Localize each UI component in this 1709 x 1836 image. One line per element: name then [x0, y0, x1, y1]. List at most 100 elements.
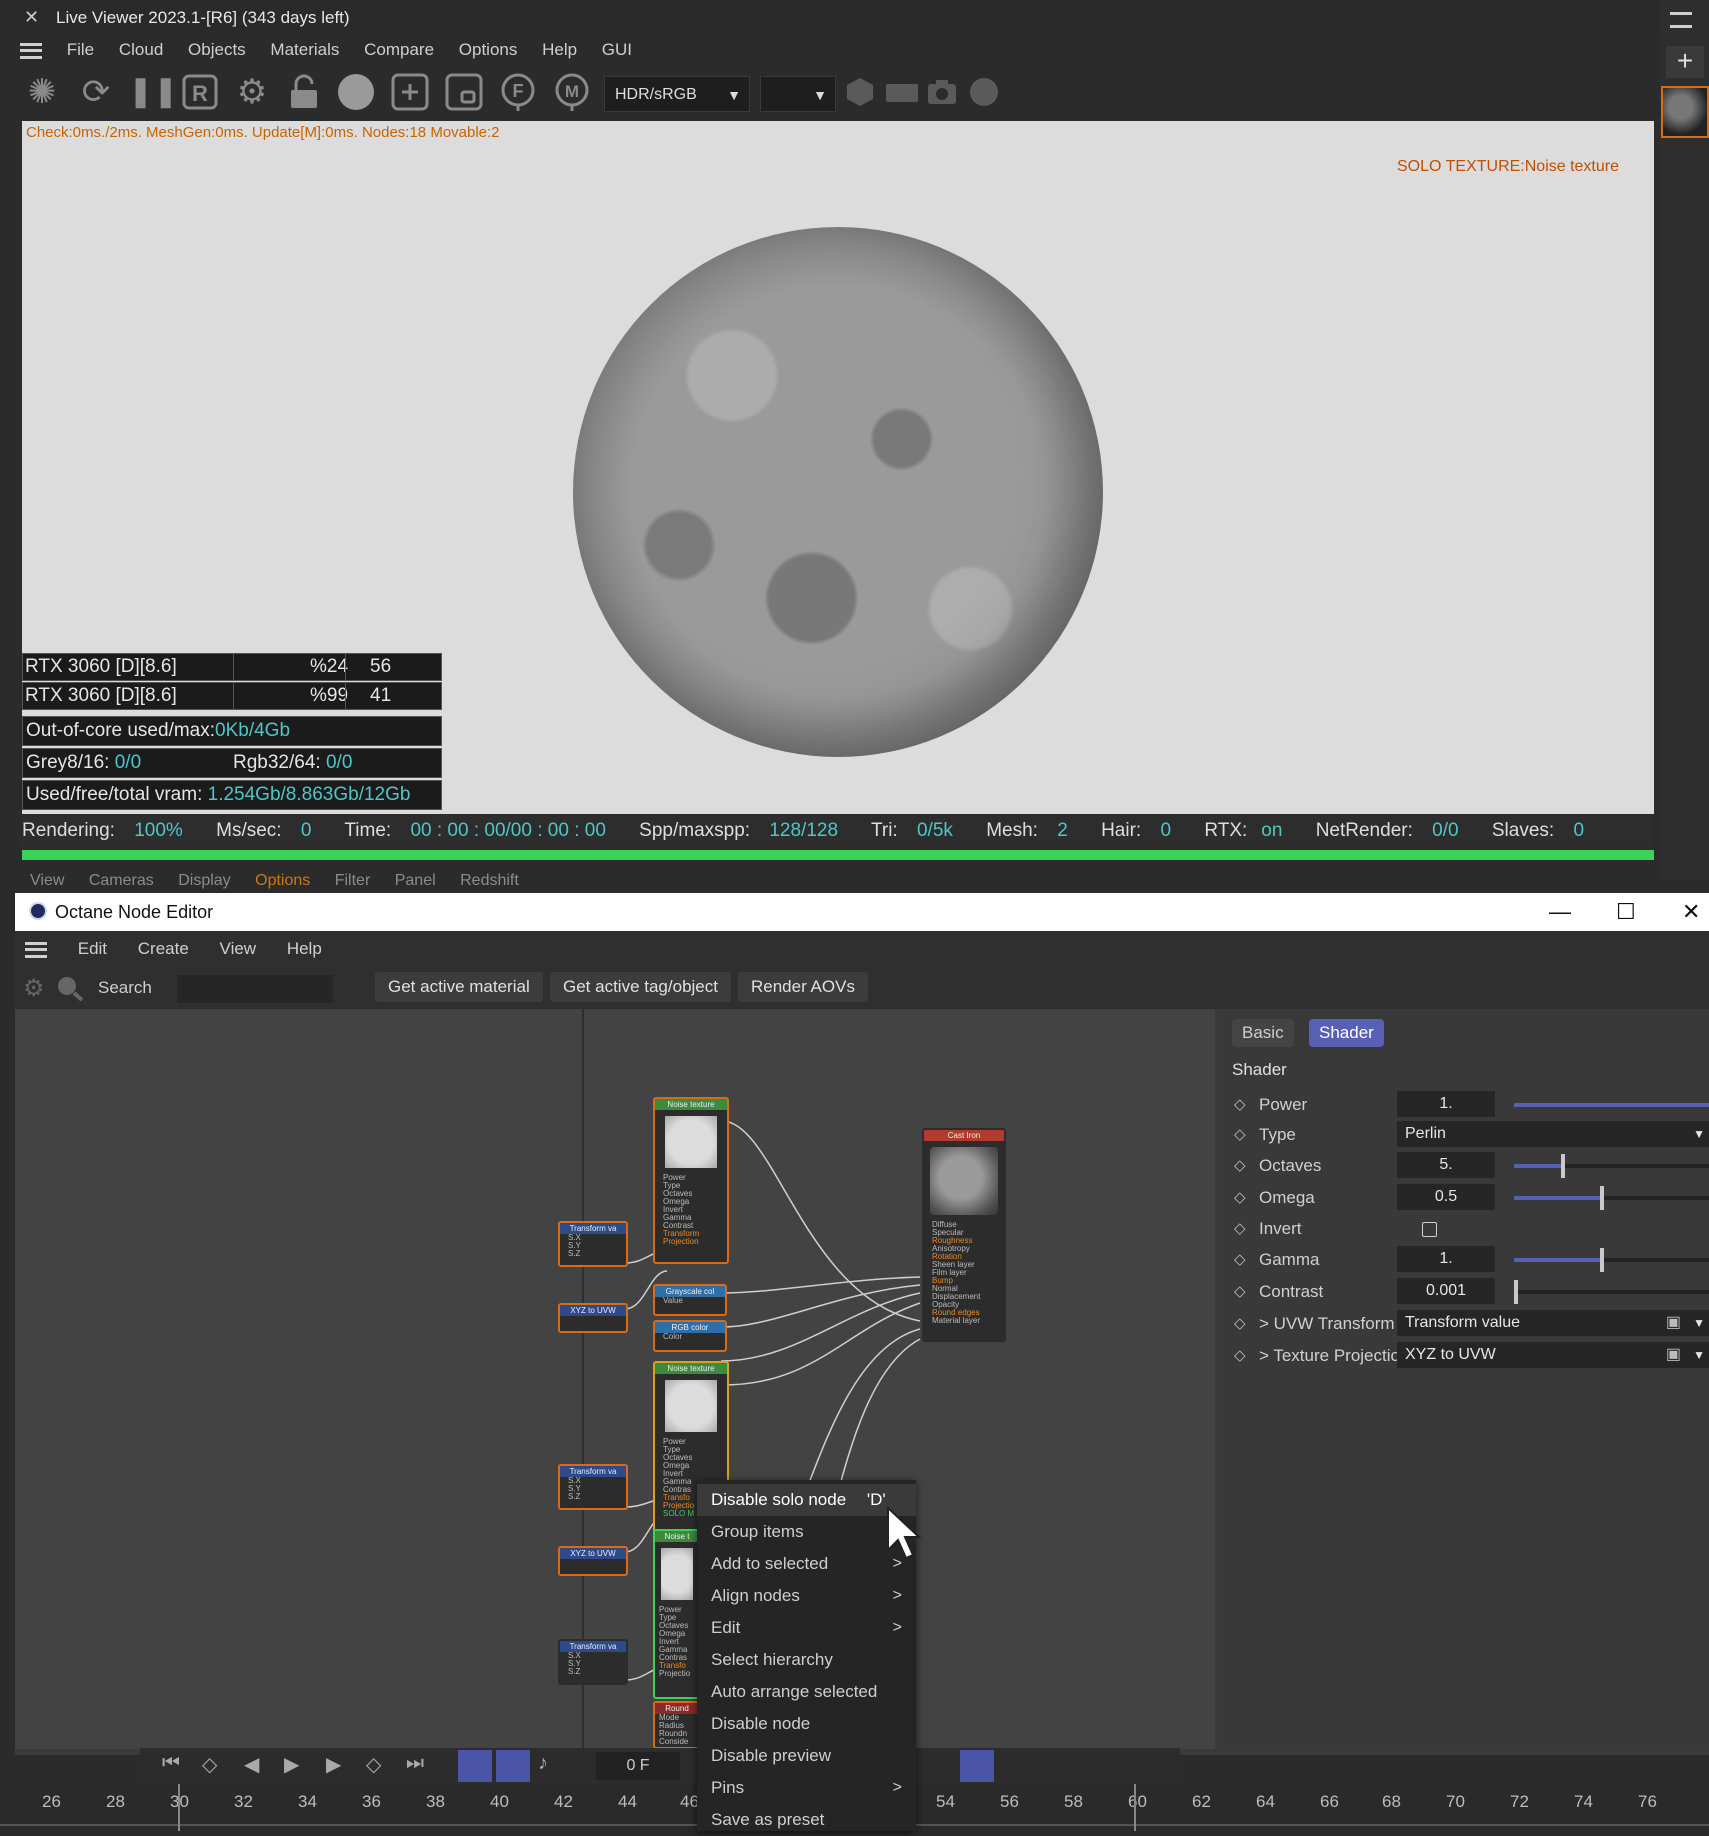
menu-file[interactable]: File — [67, 35, 94, 65]
transform-value-node[interactable]: Transform va S.X S.Y S.Z — [558, 1221, 628, 1267]
menu-item-align-nodes[interactable]: Align nodes > — [697, 1580, 916, 1612]
search-icon[interactable] — [55, 974, 85, 1002]
chevron-down-icon[interactable]: ▼ — [1693, 1342, 1705, 1368]
menu-view[interactable]: View — [30, 872, 64, 889]
step-forward-icon[interactable]: ▶ — [326, 1752, 341, 1777]
color-space-select[interactable]: HDR/sRGB ▼ — [604, 76, 750, 112]
grayscale-color-node[interactable]: Grayscale col Value — [653, 1284, 727, 1316]
render-aovs-button[interactable]: Render AOVs — [738, 972, 868, 1002]
menu-help[interactable]: Help — [542, 35, 577, 65]
noise-texture-node[interactable]: Noise texture Power Type Octaves Omega I… — [653, 1097, 729, 1264]
image-icon[interactable]: ▣ — [1666, 1342, 1681, 1368]
node-graph-canvas[interactable]: Noise texture Power Type Octaves Omega I… — [15, 1009, 1215, 1749]
omega-slider[interactable] — [1514, 1186, 1709, 1210]
settings-gear-icon[interactable]: ⚙ — [232, 72, 272, 112]
keyframe-icon[interactable]: ◇ — [1234, 1121, 1246, 1149]
menu-item-add-to-selected[interactable]: Add to selected > — [697, 1548, 916, 1580]
menu-edit[interactable]: Edit — [78, 939, 107, 958]
keyframe-icon[interactable]: ◇ — [1234, 1278, 1246, 1306]
film-region-icon[interactable] — [444, 72, 484, 112]
sphere-preview-icon[interactable] — [336, 72, 376, 112]
image-icon[interactable]: ▣ — [1666, 1310, 1681, 1336]
transform-value-node[interactable]: Transform va S.X S.Y S.Z — [558, 1639, 628, 1685]
noise-texture-node[interactable]: Noise t Power Type Octaves Omega Invert … — [653, 1529, 701, 1699]
menu-item-select-hierarchy[interactable]: Select hierarchy — [697, 1644, 916, 1676]
film-icon[interactable] — [882, 72, 922, 112]
menu-item-group-items[interactable]: Group items — [697, 1516, 916, 1548]
contrast-field[interactable]: 0.001 — [1397, 1278, 1495, 1304]
get-active-material-button[interactable]: Get active material — [375, 972, 543, 1002]
menu-gui[interactable]: GUI — [602, 35, 632, 65]
keyframe-icon[interactable]: ◇ — [1234, 1215, 1246, 1243]
menu-materials[interactable]: Materials — [270, 35, 339, 65]
invert-checkbox[interactable] — [1422, 1222, 1437, 1237]
menu-create[interactable]: Create — [138, 939, 189, 958]
power-slider[interactable] — [1514, 1103, 1709, 1107]
render-burst-icon[interactable]: ✺ — [22, 72, 62, 112]
camera-icon[interactable] — [922, 72, 962, 112]
region-render-icon[interactable]: R — [180, 72, 220, 112]
chevron-down-icon[interactable]: ▼ — [1693, 1310, 1705, 1336]
add-icon[interactable]: + — [1666, 46, 1704, 78]
menu-item-disable-node[interactable]: Disable node — [697, 1708, 916, 1740]
round-edges-node[interactable]: Round Mode Radius Roundn Conside — [653, 1701, 701, 1749]
menu-display[interactable]: Display — [178, 872, 230, 889]
play-icon[interactable]: ▶ — [284, 1752, 299, 1777]
menu-objects[interactable]: Objects — [188, 35, 246, 65]
material-picker-icon[interactable]: M — [552, 72, 592, 112]
side-menu-icon[interactable] — [1670, 12, 1692, 28]
menu-compare[interactable]: Compare — [364, 35, 434, 65]
power-field[interactable]: 1. — [1397, 1091, 1495, 1117]
menu-item-pins[interactable]: Pins > — [697, 1772, 916, 1804]
menu-item-save-as-preset[interactable]: Save as preset — [697, 1804, 916, 1836]
slider-knob[interactable] — [1513, 1280, 1518, 1304]
uvw-transform-link[interactable]: Transform value ▣ ▼ — [1397, 1310, 1709, 1336]
sphere-dark-icon[interactable] — [964, 72, 1004, 112]
tab-shader[interactable]: Shader — [1309, 1019, 1384, 1047]
prev-key-icon[interactable]: ◇ — [202, 1752, 217, 1777]
menu-item-edit[interactable]: Edit > — [697, 1612, 916, 1644]
current-frame-field[interactable]: 0 F — [596, 1752, 680, 1780]
close-icon[interactable]: ✕ — [24, 7, 39, 28]
menu-cloud[interactable]: Cloud — [119, 35, 163, 65]
omega-field[interactable]: 0.5 — [1397, 1184, 1495, 1210]
cast-iron-material-node[interactable]: Cast Iron Diffuse Specular Roughness Ani… — [922, 1128, 1006, 1342]
octaves-slider[interactable] — [1514, 1154, 1709, 1178]
material-thumbnail[interactable] — [1661, 86, 1709, 138]
step-back-icon[interactable]: ◀ — [244, 1752, 259, 1777]
octaves-field[interactable]: 5. — [1397, 1152, 1495, 1178]
transform-value-node[interactable]: Transform va S.X S.Y S.Z — [558, 1464, 628, 1510]
menu-view[interactable]: View — [220, 939, 257, 958]
type-dropdown[interactable]: Perlin ▼ — [1397, 1121, 1709, 1147]
tab-basic[interactable]: Basic — [1232, 1019, 1294, 1047]
keyframe-icon[interactable]: ◇ — [1234, 1342, 1246, 1370]
close-icon[interactable]: ✕ — [1682, 899, 1700, 925]
chevron-right-icon[interactable]: > — [1259, 1346, 1273, 1365]
search-input[interactable] — [176, 974, 334, 1004]
add-region-icon[interactable] — [390, 72, 430, 112]
gear-icon[interactable]: ⚙ — [23, 974, 45, 1003]
next-key-icon[interactable]: ◇ — [366, 1752, 381, 1777]
lock-icon[interactable] — [284, 72, 324, 112]
keyframe-icon[interactable]: ◇ — [1234, 1184, 1246, 1212]
slider-knob[interactable] — [1599, 1186, 1604, 1210]
cube-icon[interactable] — [840, 72, 880, 112]
loop-icon[interactable] — [458, 1750, 492, 1782]
keyframe-icon[interactable]: ◇ — [1234, 1091, 1246, 1119]
maximize-icon[interactable]: ☐ — [1616, 899, 1636, 925]
contrast-slider[interactable] — [1513, 1280, 1709, 1304]
range-icon[interactable] — [496, 1750, 530, 1782]
render-viewport[interactable] — [22, 121, 1654, 814]
sound-icon[interactable]: ♪ — [538, 1752, 548, 1775]
focus-picker-icon[interactable]: F — [498, 72, 538, 112]
keyframe-icon[interactable]: ◇ — [1234, 1246, 1246, 1274]
menu-options[interactable]: Options — [255, 872, 310, 889]
slider-knob[interactable] — [1560, 1154, 1565, 1178]
texture-projection-link[interactable]: XYZ to UVW ▣ ▼ — [1397, 1342, 1709, 1368]
hamburger-menu-icon[interactable] — [25, 941, 47, 958]
secondary-select[interactable]: ▼ — [760, 76, 836, 112]
go-to-end-icon[interactable]: ⏭ — [406, 1752, 424, 1775]
menu-options[interactable]: Options — [459, 35, 518, 65]
menu-item-disable-preview[interactable]: Disable preview — [697, 1740, 916, 1772]
menu-item-disable-solo-node[interactable]: Disable solo node 'D' — [697, 1484, 916, 1516]
